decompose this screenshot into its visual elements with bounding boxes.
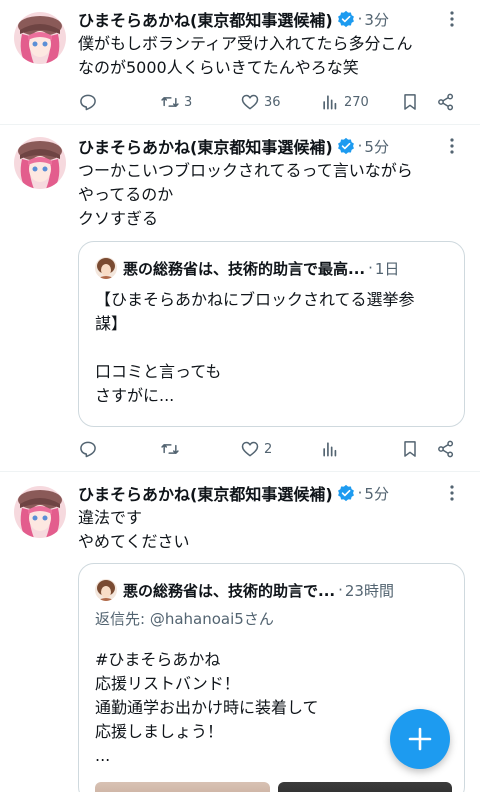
- quoted-avatar: [95, 579, 117, 601]
- tweet-text-line: やってるのか: [78, 185, 174, 204]
- action-bar: 3 36 270: [78, 90, 466, 114]
- action-bar: 2: [78, 437, 466, 461]
- like-icon: [241, 94, 259, 110]
- reply-button[interactable]: [78, 437, 102, 461]
- tweet-text-line: つーかこいつブロックされてるって言いながら: [78, 161, 413, 180]
- like-button[interactable]: 2: [240, 437, 272, 461]
- quoted-text-line: さすがに...: [95, 386, 175, 405]
- replying-to-label: 返信先:: [95, 610, 146, 628]
- more-icon[interactable]: [442, 135, 462, 157]
- share-button[interactable]: [436, 437, 456, 461]
- like-count: 36: [264, 94, 281, 110]
- compose-button[interactable]: [390, 709, 450, 769]
- share-button[interactable]: [436, 90, 456, 114]
- like-icon: [241, 441, 259, 457]
- views-icon: [323, 95, 337, 110]
- quoted-text-line: 【ひまそらあかねにブロックされてる選挙参: [95, 290, 415, 309]
- tweet-text-line: やめてください: [78, 532, 190, 551]
- quoted-media: [95, 782, 452, 792]
- retweet-button[interactable]: 3: [160, 90, 192, 114]
- timestamp[interactable]: 3分: [364, 9, 389, 30]
- verified-badge-icon: [337, 484, 354, 502]
- quoted-timestamp: 1日: [374, 259, 400, 278]
- views-count: 270: [344, 94, 369, 110]
- avatar[interactable]: [14, 137, 66, 189]
- tweet-text-line: 違法です: [78, 508, 143, 527]
- quoted-image[interactable]: [95, 782, 270, 792]
- avatar[interactable]: [14, 12, 66, 64]
- reply-button[interactable]: [78, 90, 102, 114]
- views-button[interactable]: [320, 437, 344, 461]
- views-icon: [323, 442, 337, 457]
- tweet[interactable]: ひまそらあかね(東京都知事選候補) · 5分 つーかこいつブロックされてるって言…: [0, 125, 480, 471]
- bookmark-button[interactable]: [400, 437, 420, 461]
- like-count: 2: [264, 441, 273, 457]
- verified-badge-icon: [337, 10, 354, 28]
- retweet-icon: [161, 97, 179, 107]
- tweet-text-line: 僕がもしボランティア受け入れてたら多分こん: [78, 34, 413, 53]
- tweet-text-line: なのが5000人くらいきてたんやろな笑: [78, 58, 359, 77]
- bookmark-icon: [404, 94, 416, 110]
- bookmark-button[interactable]: [400, 90, 420, 114]
- tweet-header: ひまそらあかね(東京都知事選候補) · 5分: [78, 133, 466, 159]
- compose-plus-icon: [408, 727, 432, 751]
- quoted-text-line: 口コミと言っても: [95, 362, 222, 381]
- replying-to-handle: @hahanoai5さん: [149, 610, 274, 628]
- tweet[interactable]: ひまそらあかね(東京都知事選候補) · 3分 僕がもしボランティア受け入れてたら…: [0, 0, 480, 124]
- quoted-tweet-text: 【ひまそらあかねにブロックされてる選挙参 謀】 口コミと言っても さすがに...: [95, 288, 452, 408]
- quoted-text-line: #ひまそらあかね: [95, 650, 221, 669]
- bookmark-icon: [404, 441, 416, 457]
- tweet-text: 違法です やめてください: [78, 506, 466, 554]
- more-icon[interactable]: [442, 8, 462, 30]
- author-name[interactable]: ひまそらあかね(東京都知事選候補): [78, 481, 333, 505]
- tweet-text: つーかこいつブロックされてるって言いながら やってるのか クソすぎる: [78, 159, 466, 231]
- tweet-header: ひまそらあかね(東京都知事選候補) · 5分: [78, 480, 466, 506]
- quoted-text-line: [95, 336, 452, 360]
- author-name[interactable]: ひまそらあかね(東京都知事選候補): [78, 134, 333, 158]
- separator-dot: ·: [357, 137, 363, 155]
- like-button[interactable]: 36: [240, 90, 281, 114]
- quoted-text-line: 応援リストバンド！: [95, 674, 240, 693]
- quoted-text-line: 謀】: [95, 314, 128, 333]
- quoted-author-name: 悪の総務省は、技術的助言で最高...: [123, 259, 366, 278]
- share-icon: [438, 440, 454, 458]
- tweet-header: ひまそらあかね(東京都知事選候補) · 3分: [78, 6, 466, 32]
- tweet-text: 僕がもしボランティア受け入れてたら多分こん なのが5000人くらいきてたんやろな…: [78, 32, 466, 80]
- quoted-image[interactable]: [277, 782, 452, 792]
- quoted-author-name: 悪の総務省は、技術的助言で...: [123, 581, 336, 600]
- avatar[interactable]: [14, 486, 66, 538]
- quoted-tweet-header: 悪の総務省は、技術的助言で... · 23時間: [95, 578, 452, 602]
- retweet-count: 3: [184, 94, 193, 110]
- separator-dot: ·: [338, 581, 343, 599]
- separator-dot: ·: [357, 484, 363, 502]
- tweet-text-line: クソすぎる: [78, 209, 159, 228]
- author-name[interactable]: ひまそらあかね(東京都知事選候補): [78, 7, 333, 31]
- timestamp[interactable]: 5分: [364, 483, 389, 504]
- more-icon[interactable]: [442, 482, 462, 504]
- views-button[interactable]: 270: [320, 90, 369, 114]
- retweet-icon: [161, 444, 179, 454]
- share-icon: [438, 93, 454, 111]
- verified-badge-icon: [337, 137, 354, 155]
- reply-icon: [80, 441, 96, 458]
- quoted-tweet[interactable]: 悪の総務省は、技術的助言で最高... · 1日 【ひまそらあかねにブロックされて…: [78, 241, 465, 427]
- quoted-avatar: [95, 257, 117, 279]
- separator-dot: ·: [368, 259, 373, 277]
- timestamp[interactable]: 5分: [364, 136, 389, 157]
- retweet-button[interactable]: [160, 437, 184, 461]
- quoted-tweet-header: 悪の総務省は、技術的助言で最高... · 1日: [95, 256, 452, 280]
- replying-to: 返信先: @hahanoai5さん: [95, 608, 274, 629]
- reply-icon: [80, 94, 96, 111]
- quoted-timestamp: 23時間: [344, 581, 394, 600]
- separator-dot: ·: [357, 10, 363, 28]
